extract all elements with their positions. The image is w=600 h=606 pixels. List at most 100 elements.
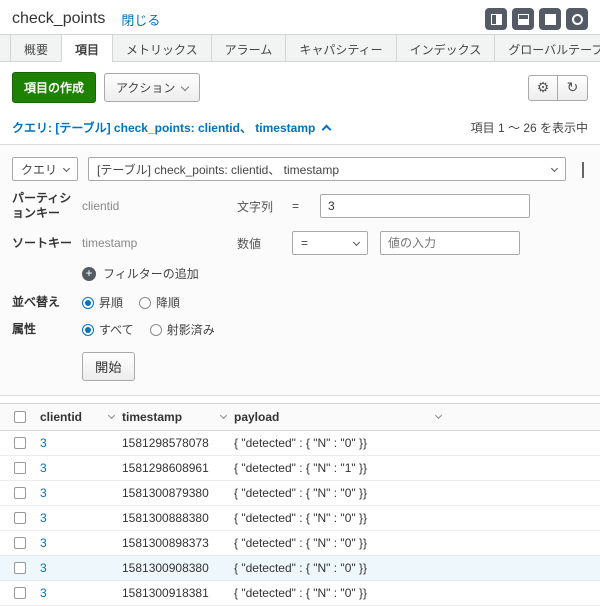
create-item-button[interactable]: 項目の作成 [12, 72, 96, 103]
items-toolbar: 項目の作成 アクション ⚙ ↻ [0, 62, 600, 113]
partition-key-type: 文字列 [237, 198, 292, 215]
payload-cell: { "detected" : { "N" : "0" }} [234, 586, 367, 600]
sort-key-value-input[interactable] [380, 231, 520, 255]
split-view-icon[interactable] [485, 8, 507, 30]
select-all-checkbox[interactable] [14, 411, 26, 423]
items-shown-count: 項目 1 〜 26 を表示中 [471, 119, 588, 136]
radio-descending[interactable]: 降順 [139, 294, 180, 311]
clientid-cell[interactable]: 3 [40, 486, 47, 500]
bottom-panel-icon[interactable] [512, 8, 534, 30]
query-mode-select[interactable]: クエリ [12, 157, 78, 181]
radio-icon [139, 297, 151, 309]
radio-projected-attributes[interactable]: 射影済み [150, 321, 215, 338]
table-header-row: clientid timestamp payload [0, 403, 600, 431]
row-checkbox[interactable] [14, 462, 26, 474]
partition-key-value-input[interactable] [320, 194, 530, 218]
column-header-clientid: clientid [40, 410, 82, 424]
partition-key-name: clientid [82, 199, 237, 213]
clientid-cell[interactable]: 3 [40, 511, 47, 525]
refresh-icon[interactable]: ↻ [558, 75, 588, 101]
payload-cell: { "detected" : { "N" : "0" }} [234, 436, 367, 450]
partition-key-label: パーティションキー [12, 191, 82, 221]
timestamp-cell: 1581300888380 [122, 511, 209, 525]
tab-items[interactable]: 項目 [61, 35, 112, 62]
close-link[interactable]: 閉じる [121, 10, 160, 29]
tab-alarms[interactable]: アラーム [211, 35, 286, 61]
full-view-icon[interactable] [539, 8, 561, 30]
sort-order-label: 並べ替え [12, 295, 82, 310]
clientid-cell[interactable]: 3 [40, 561, 47, 575]
table-index-select[interactable]: [テーブル] check_points: clientid、 timestamp [88, 157, 566, 181]
page-header: check_points 閉じる [0, 0, 600, 34]
chevron-down-icon [551, 164, 558, 171]
column-header-payload: payload [234, 410, 279, 424]
chevron-down-icon [353, 238, 360, 245]
table-row: 3 1581300908380 { "detected" : { "N" : "… [0, 556, 600, 581]
radio-icon [82, 297, 94, 309]
radio-icon [150, 324, 162, 336]
tab-global-tables[interactable]: グローバルテーブル [494, 35, 600, 61]
timestamp-cell: 1581298608961 [122, 461, 209, 475]
query-panel: クエリ [テーブル] check_points: clientid、 times… [0, 144, 600, 396]
chevron-up-icon [582, 162, 584, 178]
gear-icon[interactable]: ⚙ [528, 75, 558, 101]
timestamp-cell: 1581300898373 [122, 536, 209, 550]
start-query-button[interactable]: 開始 [82, 352, 135, 381]
radio-all-attributes[interactable]: すべて [82, 321, 134, 338]
tab-indexes[interactable]: インデックス [396, 35, 495, 61]
table-title: check_points [12, 10, 105, 28]
sort-key-type: 数値 [237, 235, 292, 252]
sort-caret-icon[interactable] [220, 412, 227, 419]
clientid-cell[interactable]: 3 [40, 586, 47, 600]
sort-key-operator-select[interactable]: = [292, 231, 368, 255]
attributes-label: 属性 [12, 322, 82, 337]
payload-cell: { "detected" : { "N" : "0" }} [234, 486, 367, 500]
table-row: 3 1581300918381 { "detected" : { "N" : "… [0, 581, 600, 606]
query-summary-bar: クエリ: [テーブル] check_points: clientid、 time… [0, 113, 600, 144]
timestamp-cell: 1581300879380 [122, 486, 209, 500]
timestamp-cell: 1581298578078 [122, 436, 209, 450]
plus-icon: + [82, 267, 96, 281]
partition-key-operator: = [292, 199, 320, 213]
chevron-up-icon [322, 124, 332, 134]
payload-cell: { "detected" : { "N" : "1" }} [234, 461, 367, 475]
collapse-panel-button[interactable] [578, 158, 588, 180]
tab-capacity[interactable]: キャパシティー [285, 35, 395, 61]
row-checkbox[interactable] [14, 487, 26, 499]
timestamp-cell: 1581300908380 [122, 561, 209, 575]
sort-key-label: ソートキー [12, 236, 82, 251]
layout-toggle-group [485, 8, 588, 30]
radio-icon [82, 324, 94, 336]
tab-bar: 概要 項目 メトリックス アラーム キャパシティー インデックス グローバルテー… [0, 34, 600, 62]
payload-cell: { "detected" : { "N" : "0" }} [234, 536, 367, 550]
chevron-down-icon [63, 164, 70, 171]
clientid-cell[interactable]: 3 [40, 436, 47, 450]
chevron-down-icon [181, 82, 189, 90]
radio-ascending[interactable]: 昇順 [82, 294, 123, 311]
column-header-timestamp: timestamp [122, 410, 182, 424]
actions-dropdown[interactable]: アクション [104, 73, 200, 102]
payload-cell: { "detected" : { "N" : "0" }} [234, 511, 367, 525]
table-row: 3 1581298608961 { "detected" : { "N" : "… [0, 456, 600, 481]
clientid-cell[interactable]: 3 [40, 461, 47, 475]
add-filter-button[interactable]: + フィルターの追加 [82, 265, 588, 282]
table-row: 3 1581300898373 { "detected" : { "N" : "… [0, 531, 600, 556]
table-row: 3 1581298578078 { "detected" : { "N" : "… [0, 431, 600, 456]
tab-metrics[interactable]: メトリックス [112, 35, 211, 61]
sort-caret-icon[interactable] [435, 412, 442, 419]
sort-caret-icon[interactable] [108, 412, 115, 419]
timestamp-cell: 1581300918381 [122, 586, 209, 600]
clientid-cell[interactable]: 3 [40, 536, 47, 550]
table-row: 3 1581300888380 { "detected" : { "N" : "… [0, 506, 600, 531]
row-checkbox[interactable] [14, 437, 26, 449]
table-row: 3 1581300879380 { "detected" : { "N" : "… [0, 481, 600, 506]
tab-overview[interactable]: 概要 [10, 35, 61, 61]
query-summary-toggle[interactable]: クエリ: [テーブル] check_points: clientid、 time… [12, 119, 330, 136]
row-checkbox[interactable] [14, 587, 26, 599]
row-checkbox[interactable] [14, 562, 26, 574]
help-icon[interactable] [566, 8, 588, 30]
results-table: clientid timestamp payload 3 15812985780… [0, 403, 600, 606]
row-checkbox[interactable] [14, 512, 26, 524]
row-checkbox[interactable] [14, 537, 26, 549]
payload-cell: { "detected" : { "N" : "0" }} [234, 561, 367, 575]
